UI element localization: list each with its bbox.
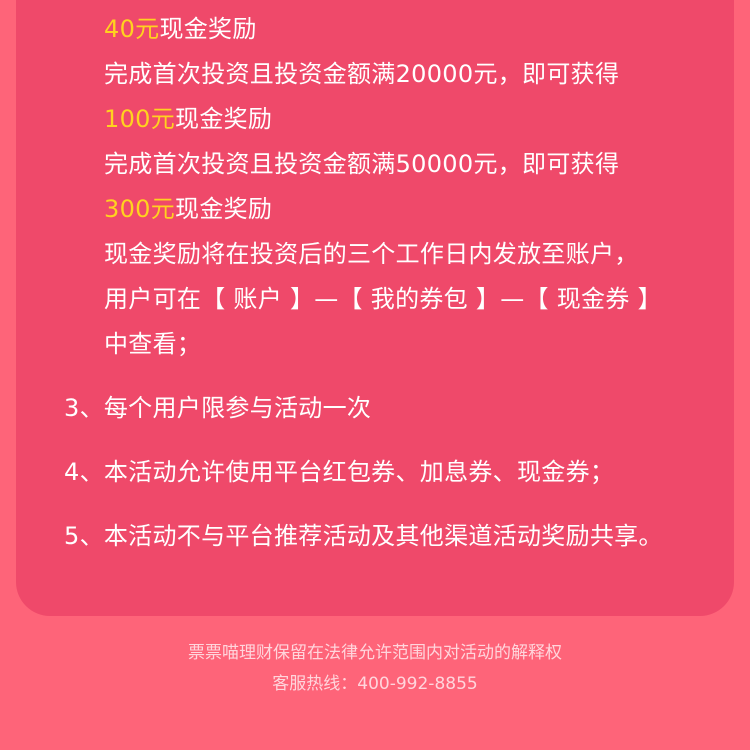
reward-amount: 300元 (104, 195, 176, 223)
rule-number: 5、 (64, 522, 104, 550)
reward-amount: 100元 (104, 105, 176, 133)
rule-item-5: 5、本活动不与平台推荐活动及其他渠道活动奖励共享。 (64, 519, 663, 553)
rights-statement: 票票喵理财保留在法律允许范围内对活动的解释权 (188, 643, 562, 663)
coupon-path-line: 用户可在【 账户 】—【 我的券包 】—【 现金券 】 (104, 285, 662, 313)
reward-amount: 40元 (104, 15, 160, 43)
rule-number: 3、 (64, 394, 104, 422)
reward-line-300: 300元现金奖励 (104, 192, 272, 226)
reward-suffix: 现金奖励 (175, 105, 273, 133)
rule-text: 每个用户限参与活动一次 (103, 394, 372, 422)
payout-note-line: 现金奖励将在投资后的三个工作日内发放至账户， (104, 240, 639, 268)
reward-suffix: 现金奖励 (175, 195, 273, 223)
rule-number: 4、 (64, 458, 104, 486)
rule-text: 本活动不与平台推荐活动及其他渠道活动奖励共享。 (103, 522, 663, 550)
view-note-line: 中查看； (104, 330, 202, 358)
customer-hotline[interactable]: 客服热线：400-992-8855 (0, 672, 750, 696)
rule-item-3: 3、每个用户限参与活动一次 (64, 391, 371, 425)
rule-text: 本活动允许使用平台红包券、加息券、现金券； (103, 458, 615, 486)
reward-condition-line: 完成首次投资且投资金额满20000元，即可获得 (104, 60, 620, 88)
reward-suffix: 现金奖励 (159, 15, 257, 43)
reward-line-100: 100元现金奖励 (104, 102, 272, 136)
rule-item-4: 4、本活动允许使用平台红包券、加息券、现金券； (64, 455, 614, 489)
reward-condition-line: 完成首次投资且投资金额满50000元，即可获得 (104, 150, 620, 178)
reward-line-40: 40元现金奖励 (104, 12, 257, 46)
